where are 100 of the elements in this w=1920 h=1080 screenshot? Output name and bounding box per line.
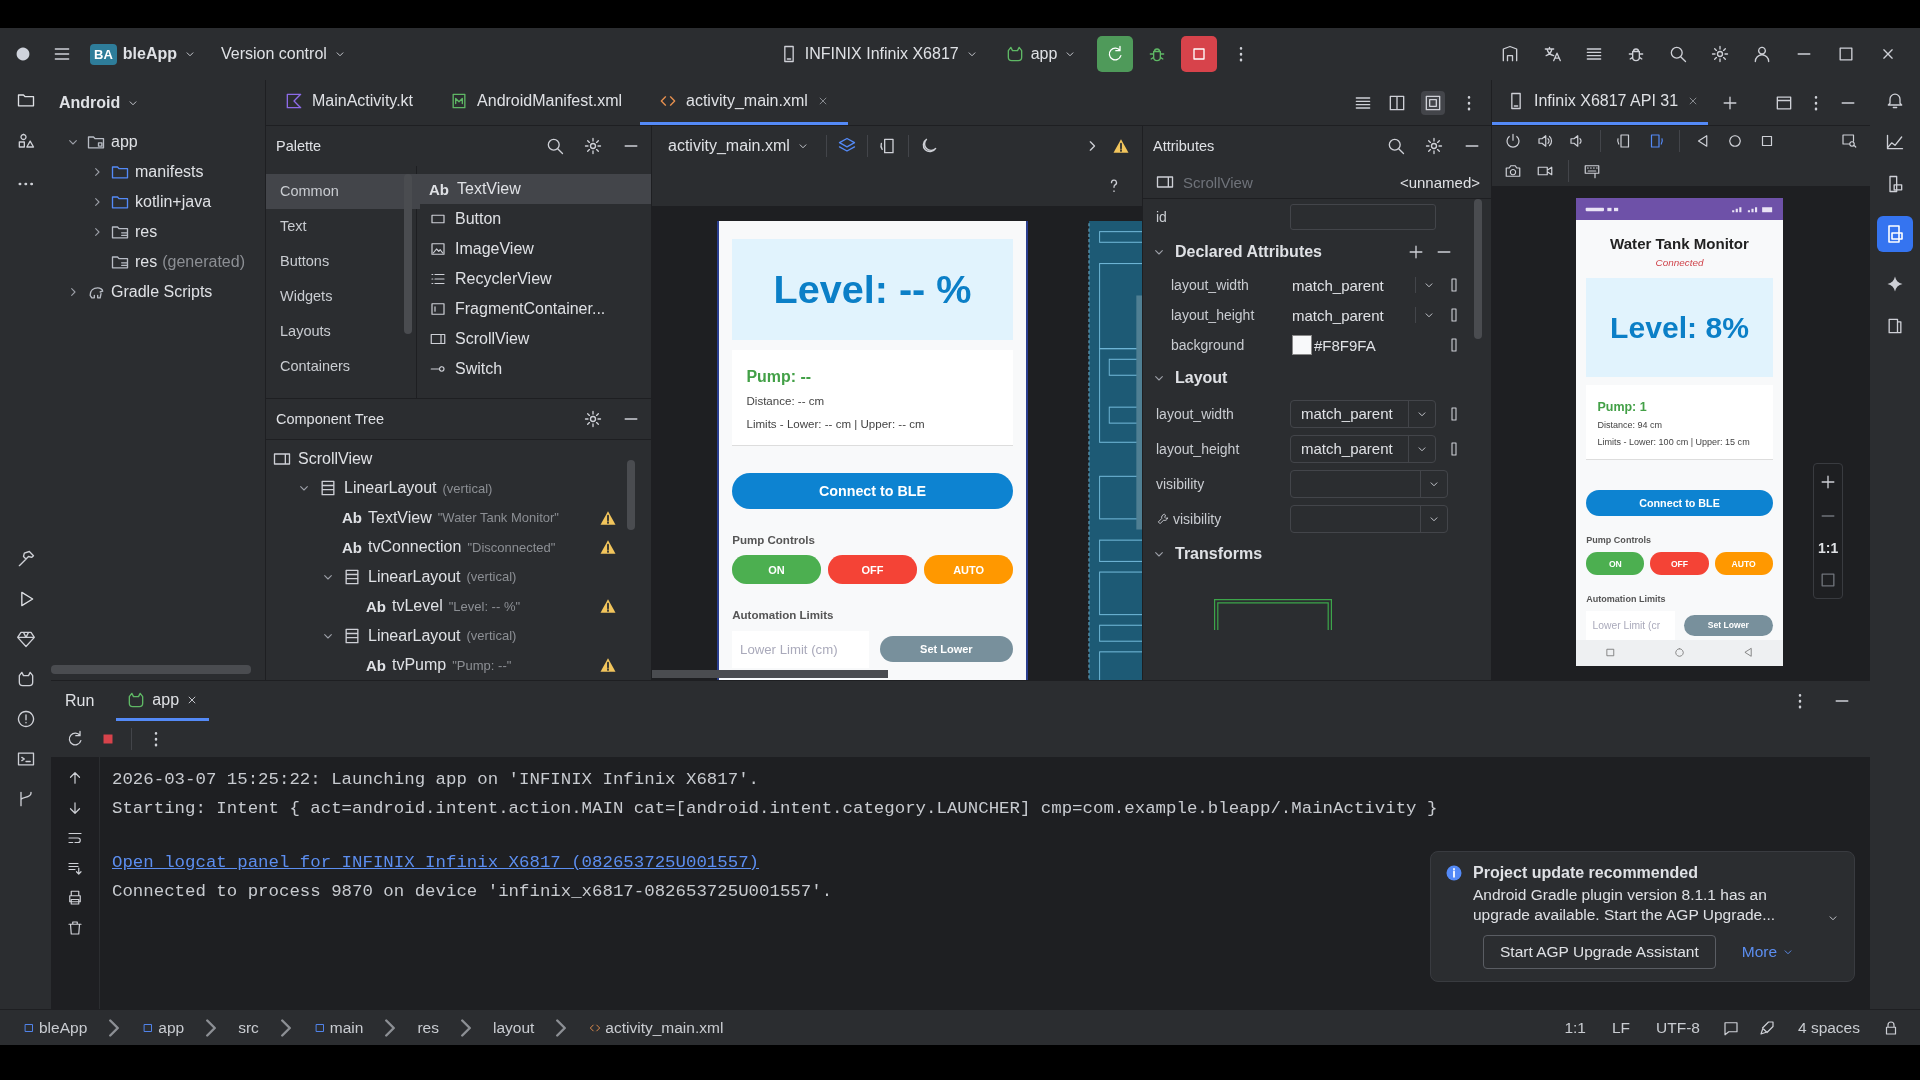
screenshot-icon[interactable] [1504, 162, 1522, 180]
search-icon[interactable] [545, 136, 565, 156]
upgrade-assistant-button[interactable]: Start AGP Upgrade Assistant [1483, 935, 1716, 969]
attribute-combo-box[interactable]: match_parent [1290, 434, 1436, 463]
section-title: Layout [1175, 369, 1228, 387]
palette-category[interactable]: Text [266, 209, 420, 244]
running-devices-icon[interactable] [1877, 216, 1913, 252]
run-config-selector[interactable]: app [998, 40, 1084, 68]
scrollbar[interactable] [404, 174, 412, 334]
account-icon[interactable] [1752, 44, 1772, 64]
device-tab[interactable]: Infinix X6817 API 31 [1492, 80, 1709, 125]
pump-mode-button[interactable]: OFF [828, 555, 917, 585]
tree-item[interactable]: Ab tvLevel "Level: -- %" [366, 597, 521, 616]
component-type: ScrollView [1183, 173, 1253, 191]
scrollbar[interactable] [51, 665, 251, 674]
breadcrumb[interactable]: src [232, 1018, 265, 1037]
tree-item[interactable]: Ab TextView "Water Tank Monitor" [342, 508, 559, 527]
home-icon[interactable] [1726, 132, 1744, 150]
palette-item[interactable]: Button [417, 204, 651, 234]
info-icon [1445, 864, 1463, 882]
tree-item[interactable]: LinearLayout (vertical) [318, 478, 493, 499]
cursor-position[interactable]: 1:1 [1564, 1018, 1586, 1037]
palette-item[interactable]: ImageView [417, 234, 651, 264]
gem-icon[interactable] [15, 629, 36, 649]
settings-icon[interactable] [1424, 136, 1444, 156]
zoom-reset-button[interactable]: 1:1 [1818, 540, 1839, 556]
connect-button[interactable]: Connect to BLE [1586, 490, 1773, 517]
palette-item[interactable]: Ab TextView [417, 174, 651, 204]
tree-item[interactable]: LinearLayout (vertical) [342, 566, 517, 587]
color-swatch[interactable] [1292, 335, 1312, 355]
tree-item[interactable]: Ab tvPump "Pump: --" [366, 656, 512, 675]
vcs-menu[interactable]: Version control [215, 41, 353, 67]
keyboard-icon[interactable] [1583, 162, 1601, 180]
editor-tab[interactable]: AndroidManifest.xml [431, 80, 640, 125]
limit-input-field[interactable]: Lower Limit (cm) [732, 630, 869, 668]
attribute-value-dropdown[interactable]: match_parent [1292, 306, 1436, 324]
breadcrumb[interactable]: app [135, 1018, 191, 1037]
project-view-selector[interactable]: Android [53, 89, 147, 116]
breadcrumb[interactable]: main [306, 1018, 370, 1037]
power-icon[interactable] [1504, 132, 1522, 150]
device-selector[interactable]: INFINIX Infinix X6817 [772, 40, 985, 68]
palette-category[interactable]: Widgets [266, 279, 420, 314]
print-icon[interactable] [66, 889, 84, 907]
tree-item[interactable]: manifests [135, 163, 204, 181]
apply-changes-button[interactable] [1097, 36, 1134, 72]
palette-category[interactable]: Common [266, 174, 420, 209]
clear-icon[interactable] [66, 919, 84, 937]
tree-item[interactable]: res [135, 253, 158, 271]
attribute-value-dropdown[interactable]: match_parent [1292, 276, 1436, 294]
palette-item[interactable]: ScrollView [417, 324, 651, 354]
component-name: <unnamed> [1399, 173, 1480, 191]
scrollbar[interactable] [1474, 199, 1482, 339]
settings-icon[interactable] [583, 136, 603, 156]
pump-status: Pump: 1 [1597, 399, 1648, 414]
breadcrumb[interactable]: res [411, 1018, 445, 1037]
tree-item[interactable]: app [111, 133, 138, 151]
translate-icon[interactable] [1542, 44, 1562, 64]
scrollbar[interactable] [627, 460, 635, 530]
line-separator[interactable]: LF [1611, 1018, 1631, 1037]
scrollbar[interactable] [652, 670, 888, 678]
tree-item[interactable]: Gradle Scripts [111, 283, 213, 301]
editor-tab[interactable]: MainActivity.kt [266, 80, 432, 125]
breadcrumb[interactable]: layout [486, 1018, 541, 1037]
warning-icon[interactable] [1112, 137, 1130, 155]
connect-button[interactable]: Connect to BLE [732, 473, 1013, 509]
design-view-icon[interactable] [1421, 90, 1445, 115]
problems-icon[interactable] [15, 709, 36, 729]
palette-category[interactable]: Layouts [266, 314, 420, 349]
palette-item[interactable]: FragmentContainer... [417, 294, 651, 324]
tree-item[interactable]: ScrollView [272, 448, 373, 469]
attribute-value[interactable]: #F8F9FA [1314, 336, 1436, 354]
settings-icon[interactable] [583, 409, 603, 429]
attribute-name: layout_height [1156, 440, 1241, 457]
stop-button[interactable] [1181, 36, 1218, 72]
id-field[interactable] [1290, 203, 1436, 230]
level-reading: Level: -- % [773, 266, 972, 312]
breadcrumb[interactable]: bleApp [16, 1018, 94, 1037]
limit-input-field[interactable]: Lower Limit (cr [1586, 610, 1676, 640]
attribute-name: visibility [1173, 510, 1222, 527]
kotlin-file-icon [284, 91, 304, 111]
search-icon[interactable] [1668, 44, 1688, 64]
breadcrumb[interactable]: activity_main.xml [582, 1018, 730, 1037]
pump-mode-button[interactable]: OFF [1650, 552, 1709, 575]
search-icon[interactable] [1386, 136, 1406, 156]
tree-item[interactable]: kotlin+java [135, 193, 212, 211]
file-encoding[interactable]: UTF-8 [1656, 1018, 1700, 1037]
tree-item[interactable]: res [135, 223, 158, 241]
volume-up-icon[interactable] [1536, 132, 1554, 150]
palette-category[interactable]: Buttons [266, 244, 420, 279]
attribute-combo-box[interactable]: match_parent [1290, 399, 1436, 428]
tree-item[interactable]: Ab tvConnection "Disconnected" [342, 538, 556, 557]
project-selector[interactable]: BA bleApp [90, 43, 197, 65]
more-link[interactable]: More [1741, 943, 1796, 961]
indent-setting[interactable]: 4 spaces [1797, 1018, 1860, 1037]
palette-item[interactable]: Switch [417, 354, 651, 384]
settings-icon[interactable] [1710, 44, 1730, 64]
tree-item[interactable]: LinearLayout (vertical) [342, 625, 517, 646]
palette-item[interactable]: RecyclerView [417, 264, 651, 294]
inspect-icon[interactable] [1840, 132, 1858, 150]
palette-category[interactable]: Containers [266, 349, 420, 384]
